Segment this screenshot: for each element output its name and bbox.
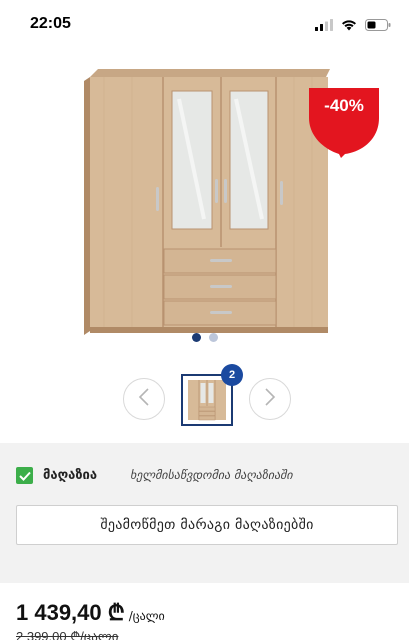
price-section: 1 439,40 ₾ /ცალი 2 399,00 ₾/ცალი [0, 583, 409, 640]
availability-section: მაღაზია ხელმისაწვდომია მაღაზიაში შეამოწმ… [0, 443, 409, 583]
image-count-badge: 2 [221, 364, 243, 386]
discount-badge-label: -40% [324, 96, 364, 115]
store-label: მაღაზია [43, 468, 98, 483]
old-price: 2 399,00 ₾/ცალი [16, 629, 119, 640]
status-icons [315, 16, 391, 35]
store-availability-row: მაღაზია [16, 467, 97, 484]
chevron-right-icon [264, 388, 276, 410]
current-price: 1 439,40 ₾ [16, 600, 125, 625]
status-bar: 22:05 [0, 0, 409, 44]
pagination-dot[interactable] [208, 333, 218, 342]
next-image-button[interactable] [249, 378, 291, 420]
battery-icon [365, 16, 391, 35]
wifi-icon [341, 16, 357, 35]
check-stock-button[interactable]: შეამოწმეთ მარაგი მაღაზიებში [16, 505, 398, 545]
status-time: 22:05 [30, 15, 71, 32]
price-unit: /ცალი [128, 609, 165, 623]
thumbnail-strip: 2 [0, 364, 409, 428]
discount-badge: -40% [309, 88, 387, 158]
signal-icon [315, 16, 333, 35]
product-gallery[interactable]: -40% [0, 44, 409, 349]
pagination-dot-active[interactable] [191, 333, 201, 342]
store-availability-text: ხელმისაწვდომია მაღაზიაში [130, 468, 293, 482]
gallery-pagination [0, 333, 409, 342]
price: 1 439,40 ₾ /ცალი [16, 597, 165, 627]
checkmark-icon [16, 467, 33, 484]
chevron-left-icon [138, 388, 150, 410]
product-image [84, 69, 332, 337]
previous-image-button[interactable] [123, 378, 165, 420]
